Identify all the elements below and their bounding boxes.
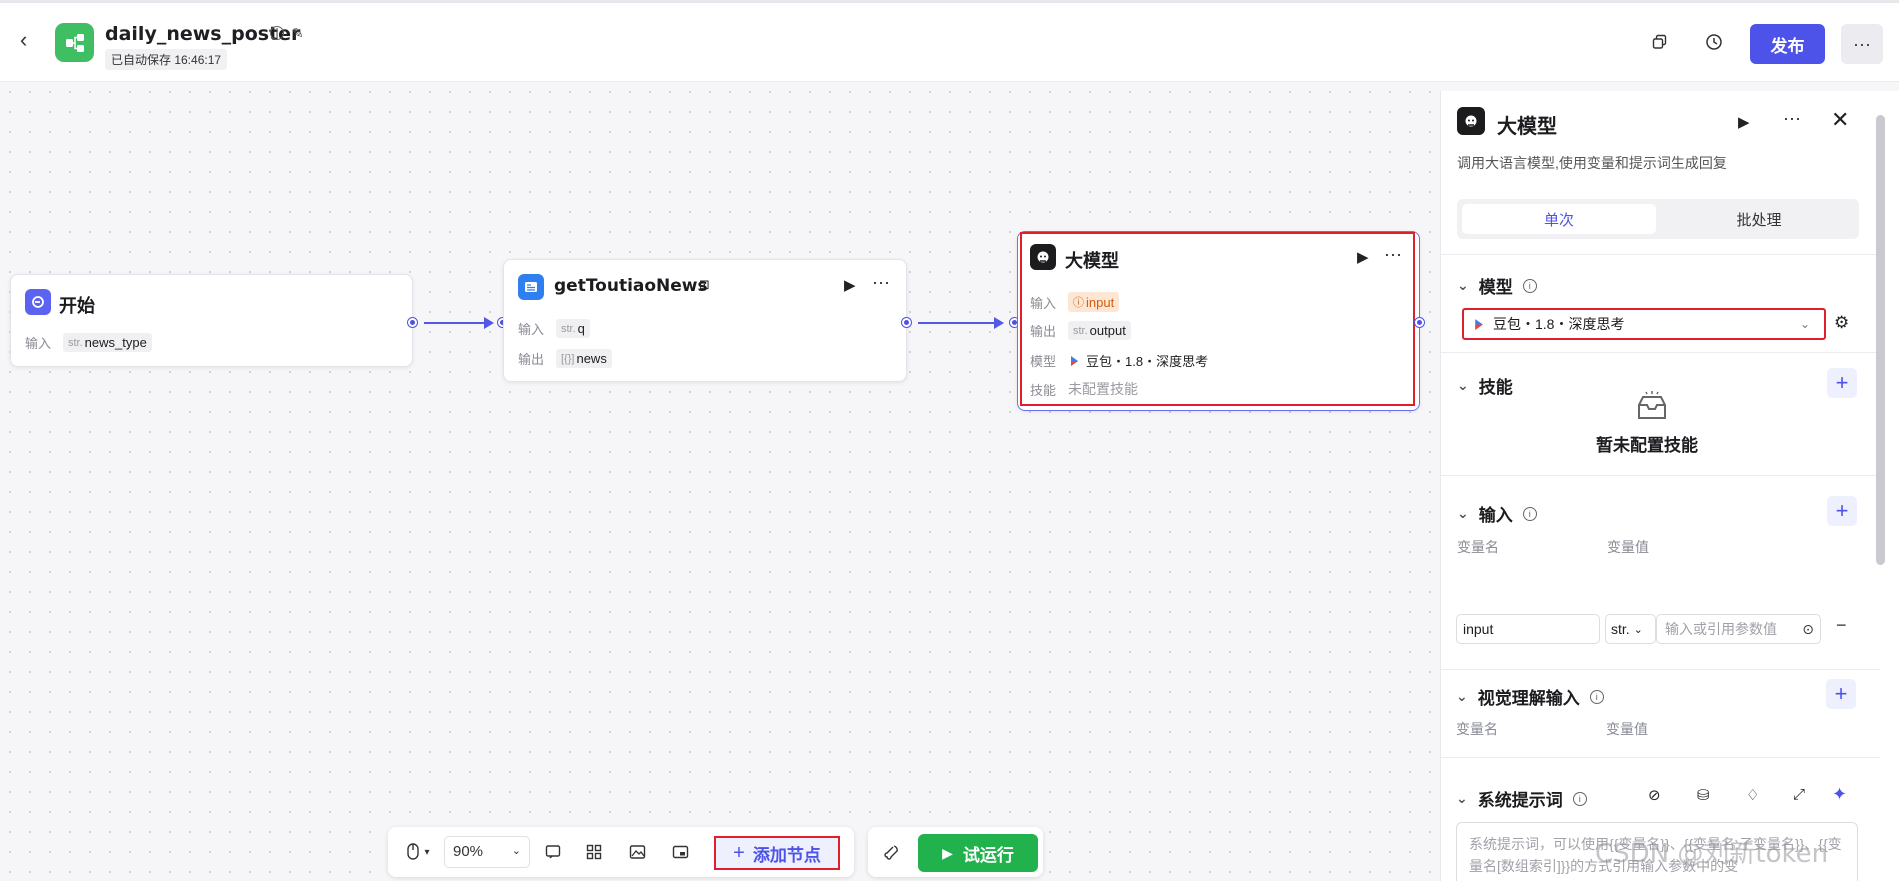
input-label: 输入	[25, 336, 52, 351]
panel-scrollbar[interactable]	[1876, 115, 1885, 565]
publish-button[interactable]: 发布	[1750, 24, 1825, 64]
test-run-button[interactable]: ▶ 试运行	[918, 834, 1038, 872]
input-variable: str. q	[556, 319, 590, 338]
top-bar: ‹ daily_news_poster i ✎ 已自动保存 16:46:17 发…	[0, 0, 1899, 82]
workflow-canvas[interactable]: 开始 输入 str. news_type getToutiaoNews ⊡ ▶ ·…	[0, 82, 1440, 881]
output-port[interactable]	[902, 318, 911, 327]
chevron-down-icon: ⌄	[1457, 505, 1469, 521]
history-icon[interactable]	[1702, 30, 1726, 54]
node-title: getToutiaoNews	[554, 276, 708, 296]
panel-title: 大模型	[1497, 116, 1557, 138]
input-section-header[interactable]: ⌄ 输入 i	[1457, 501, 1537, 526]
node-more-icon[interactable]: ···	[872, 272, 890, 293]
start-icon	[25, 289, 51, 315]
model-select[interactable]: 豆包・1.8・深度思考 ⌄	[1462, 308, 1826, 340]
llm-icon	[1457, 107, 1485, 135]
comment-icon[interactable]	[541, 840, 565, 864]
news-icon	[518, 274, 544, 300]
plus-icon: +	[733, 841, 745, 864]
zoom-select[interactable]: 90% ⌄	[444, 836, 530, 868]
plugin-icon: ⊡	[699, 277, 710, 292]
edit-icon[interactable]: ✎	[292, 25, 304, 42]
info-icon[interactable]: i	[270, 25, 284, 42]
watermark: CSDN @刘新token	[1595, 839, 1829, 869]
remove-input-icon[interactable]: −	[1836, 615, 1847, 636]
close-icon[interactable]: ✕	[1831, 107, 1849, 133]
add-skill-button[interactable]: +	[1827, 368, 1857, 398]
info-icon: i	[1522, 278, 1537, 293]
run-node-icon[interactable]: ▶	[844, 276, 856, 294]
ai-optimize-icon[interactable]: ✦	[1832, 784, 1847, 805]
run-toolbar: ▶ 试运行	[868, 827, 1043, 877]
chevron-down-icon: ⌄	[1457, 277, 1469, 293]
add-input-button[interactable]: +	[1827, 496, 1857, 526]
output-port[interactable]	[408, 318, 417, 327]
chevron-down-icon: ⌄	[1456, 790, 1468, 806]
compass-icon[interactable]: ⊘	[1648, 786, 1661, 804]
debug-tool-icon[interactable]	[880, 840, 904, 864]
var-value-label: 变量值	[1607, 539, 1649, 555]
panel-description: 调用大语言模型,使用变量和提示词生成回复	[1457, 155, 1727, 171]
start-node[interactable]: 开始 输入 str. news_type	[10, 274, 413, 367]
mouse-mode-icon[interactable]: ▾	[398, 840, 438, 864]
settings-icon[interactable]: ⚙	[1834, 313, 1849, 333]
canvas-toolbar: ▾ 90% ⌄ + 添加节点	[388, 827, 854, 877]
reference-icon: ⊙	[1802, 620, 1814, 637]
info-icon: i	[1589, 689, 1604, 704]
tab-batch[interactable]: 批处理	[1662, 204, 1856, 234]
vision-var-value-label: 变量值	[1606, 721, 1648, 737]
chevron-down-icon: ⌄	[1457, 377, 1469, 393]
node-title: 开始	[59, 296, 95, 316]
image-icon[interactable]	[625, 840, 649, 864]
play-icon: ▶	[942, 844, 953, 861]
copy-icon[interactable]	[1648, 30, 1672, 54]
connection-edge[interactable]	[918, 317, 1004, 329]
output-variable: [{}] news	[556, 349, 612, 368]
expand-icon[interactable]: ⤢	[1793, 786, 1805, 803]
more-button[interactable]: ···	[1841, 24, 1883, 64]
toutiao-node[interactable]: getToutiaoNews ⊡ ▶ ··· 输入 str. q 输出 [{}] n…	[503, 259, 907, 382]
library-icon[interactable]: ⛁	[1697, 786, 1710, 804]
panel-more-icon[interactable]: ···	[1783, 108, 1801, 129]
bulb-icon[interactable]: ♢	[1746, 786, 1759, 804]
skills-empty-text: 暂未配置技能	[1596, 436, 1698, 455]
tab-single[interactable]: 单次	[1462, 204, 1656, 234]
empty-box-icon	[1635, 391, 1669, 426]
connection-edge[interactable]	[424, 317, 494, 329]
output-port[interactable]	[1415, 318, 1424, 327]
vision-var-name-label: 变量名	[1456, 721, 1498, 737]
back-icon[interactable]: ‹	[20, 29, 40, 51]
input-label: 输入	[518, 322, 545, 337]
node-config-panel: 大模型 ▶ ··· ✕ 调用大语言模型,使用变量和提示词生成回复 单次 批处理 …	[1440, 91, 1899, 881]
workflow-icon	[55, 23, 94, 62]
doubao-icon	[1475, 318, 1483, 330]
output-label: 输出	[518, 352, 545, 367]
minimap-icon[interactable]	[668, 840, 692, 864]
highlight-box	[1020, 232, 1415, 406]
autosave-status: 已自动保存 16:46:17	[105, 49, 228, 70]
input-var-name-field[interactable]: input	[1456, 614, 1600, 644]
skills-section-header[interactable]: ⌄ 技能	[1457, 373, 1513, 398]
var-name-label: 变量名	[1457, 539, 1499, 555]
add-vision-input-button[interactable]: +	[1826, 679, 1856, 709]
input-variable: str. news_type	[63, 333, 152, 352]
layout-icon[interactable]	[582, 840, 606, 864]
input-var-value-field[interactable]: 输入或引用参数值 ⊙	[1656, 614, 1821, 644]
info-icon: i	[1572, 791, 1587, 806]
system-prompt-header[interactable]: ⌄ 系统提示词 i	[1456, 786, 1587, 811]
run-node-icon[interactable]: ▶	[1738, 113, 1750, 131]
mode-tabs: 单次 批处理	[1457, 199, 1859, 239]
model-section-header[interactable]: ⌄ 模型 i	[1457, 273, 1537, 298]
info-icon: i	[1522, 506, 1537, 521]
vision-section-header[interactable]: ⌄ 视觉理解输入 i	[1456, 684, 1604, 709]
add-node-button[interactable]: + 添加节点	[714, 836, 840, 870]
input-var-type-select[interactable]: str. ⌄	[1605, 614, 1656, 644]
chevron-down-icon: ⌄	[1799, 317, 1810, 331]
chevron-down-icon: ⌄	[1456, 688, 1468, 704]
